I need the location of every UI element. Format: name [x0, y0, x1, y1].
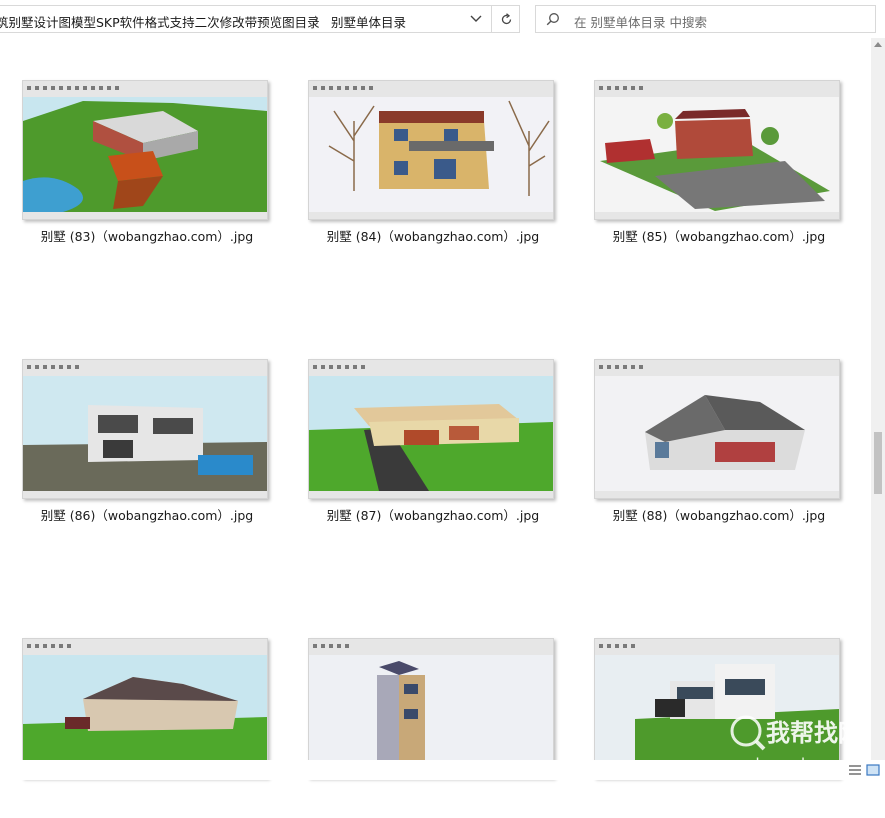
file-thumbnail[interactable] [308, 638, 554, 778]
large-icons-view-icon[interactable] [866, 764, 880, 776]
status-bar [0, 760, 885, 780]
file-name[interactable]: 别墅 (88)（wobangzhao.com）.jpg [594, 505, 844, 524]
breadcrumb-current[interactable]: 别墅单体目录 [331, 12, 406, 31]
file-item[interactable] [308, 638, 558, 818]
refresh-button[interactable] [491, 6, 520, 32]
file-thumbnail[interactable] [22, 80, 268, 220]
file-item[interactable]: 别墅 (88)（wobangzhao.com）.jpg [594, 359, 844, 539]
file-item[interactable] [22, 638, 272, 818]
file-thumbnail[interactable] [594, 80, 840, 220]
breadcrumb-separator[interactable]: › [314, 11, 319, 25]
refresh-icon [501, 12, 511, 24]
file-thumbnail[interactable] [22, 638, 268, 778]
file-item[interactable]: 别墅 (85)（wobangzhao.com）.jpg [594, 80, 844, 260]
file-name[interactable]: 别墅 (86)（wobangzhao.com）.jpg [22, 505, 272, 524]
address-dropdown-button[interactable] [462, 6, 490, 32]
file-thumbnail[interactable] [22, 359, 268, 499]
chevron-down-icon [470, 15, 482, 22]
file-name[interactable]: 别墅 (83)（wobangzhao.com）.jpg [22, 226, 272, 245]
file-name[interactable]: 别墅 (85)（wobangzhao.com）.jpg [594, 226, 844, 245]
file-item[interactable]: 别墅 (84)（wobangzhao.com）.jpg [308, 80, 558, 260]
file-name[interactable]: 别墅 (84)（wobangzhao.com）.jpg [308, 226, 558, 245]
search-placeholder: 在 别墅单体目录 中搜索 [574, 15, 707, 30]
file-thumbnail[interactable] [594, 359, 840, 499]
scroll-up-arrow[interactable] [874, 42, 882, 47]
file-item[interactable]: 别墅 (83)（wobangzhao.com）.jpg [22, 80, 272, 260]
search-box[interactable]: 在 别墅单体目录 中搜索 [535, 5, 876, 33]
file-thumbnail[interactable] [594, 638, 840, 778]
details-view-icon[interactable] [848, 764, 862, 776]
address-bar[interactable]: 筑别墅设计图模型SKP软件格式支持二次修改带预览图目录 › 别墅单体目录 [0, 5, 520, 33]
file-item[interactable]: 别墅 (86)（wobangzhao.com）.jpg [22, 359, 272, 539]
breadcrumb-parent[interactable]: 筑别墅设计图模型SKP软件格式支持二次修改带预览图目录 [0, 12, 320, 31]
file-thumbnail[interactable] [308, 359, 554, 499]
file-item[interactable] [594, 638, 844, 818]
search-icon [546, 13, 559, 26]
top-bar: 筑别墅设计图模型SKP软件格式支持二次修改带预览图目录 › 别墅单体目录 在 别… [0, 0, 885, 38]
file-name[interactable]: 别墅 (87)（wobangzhao.com）.jpg [308, 505, 558, 524]
file-thumbnail[interactable] [308, 80, 554, 220]
scrollbar-thumb[interactable] [874, 432, 882, 494]
vertical-scrollbar[interactable] [871, 38, 885, 760]
file-item[interactable]: 别墅 (87)（wobangzhao.com）.jpg [308, 359, 558, 539]
